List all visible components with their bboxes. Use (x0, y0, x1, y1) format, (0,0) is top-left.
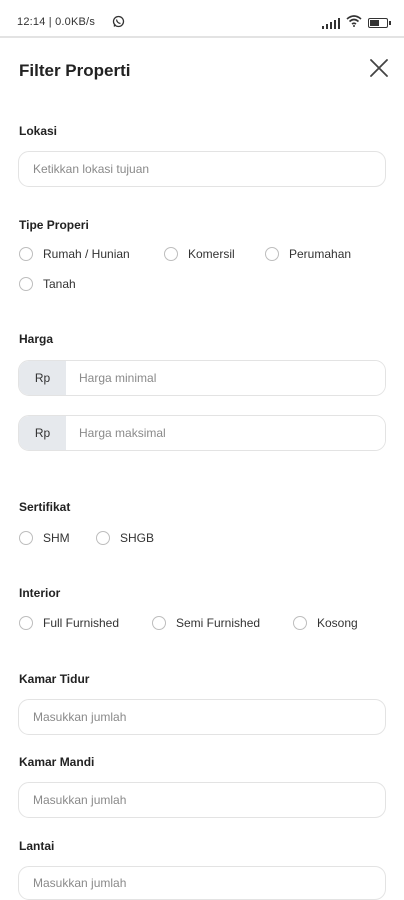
radio-label: Semi Furnished (176, 616, 261, 630)
tipe-properti-label: Tipe Properi (19, 218, 89, 232)
kamar-tidur-input[interactable] (18, 699, 386, 735)
radio-tanah[interactable]: Tanah (19, 277, 76, 291)
radio-circle (19, 247, 33, 261)
radio-label: Kosong (317, 616, 358, 630)
radio-circle (19, 531, 33, 545)
radio-full-furnished[interactable]: Full Furnished (19, 616, 119, 630)
radio-shgb[interactable]: SHGB (96, 531, 154, 545)
wifi-icon (346, 14, 362, 32)
radio-circle (164, 247, 178, 261)
battery-icon (368, 18, 391, 28)
radio-circle (96, 531, 110, 545)
radio-rumah-hunian[interactable]: Rumah / Hunian (19, 247, 130, 261)
radio-label: Komersil (188, 247, 235, 261)
lokasi-label: Lokasi (19, 124, 58, 138)
kamar-tidur-label: Kamar Tidur (19, 672, 90, 686)
kamar-mandi-input[interactable] (18, 782, 386, 818)
radio-perumahan[interactable]: Perumahan (265, 247, 351, 261)
harga-maksimal-group: Rp (18, 415, 386, 451)
lokasi-input[interactable] (18, 151, 386, 187)
radio-circle (19, 616, 33, 630)
currency-prefix: Rp (19, 361, 66, 395)
sertifikat-label: Sertifikat (19, 500, 71, 514)
status-time: 12:14 | 0.0KB/s (17, 16, 96, 28)
radio-label: Full Furnished (43, 616, 120, 630)
radio-circle (19, 277, 33, 291)
harga-minimal-group: Rp (18, 360, 386, 396)
whatsapp-icon (112, 15, 125, 33)
radio-komersil[interactable]: Komersil (164, 247, 235, 261)
radio-semi-furnished[interactable]: Semi Furnished (152, 616, 260, 630)
radio-kosong[interactable]: Kosong (293, 616, 358, 630)
lantai-input[interactable] (18, 866, 386, 900)
radio-label: Rumah / Hunian (43, 247, 130, 261)
harga-minimal-input[interactable] (66, 361, 385, 395)
status-bar: 12:14 | 0.0KB/s (0, 0, 404, 38)
close-icon (370, 59, 388, 77)
currency-prefix: Rp (19, 416, 66, 450)
lantai-label: Lantai (19, 839, 55, 853)
radio-shm[interactable]: SHM (19, 531, 70, 545)
interior-label: Interior (19, 586, 61, 600)
radio-circle (293, 616, 307, 630)
radio-label: Perumahan (289, 247, 352, 261)
radio-label: SHGB (120, 531, 155, 545)
close-button[interactable] (366, 55, 392, 81)
radio-circle (265, 247, 279, 261)
radio-label: SHM (43, 531, 70, 545)
harga-label: Harga (19, 332, 54, 346)
radio-circle (152, 616, 166, 630)
kamar-mandi-label: Kamar Mandi (19, 755, 95, 769)
harga-maksimal-input[interactable] (66, 416, 385, 450)
signal-icon (321, 17, 340, 29)
page-title: Filter Properti (19, 61, 131, 80)
radio-label: Tanah (43, 277, 76, 291)
